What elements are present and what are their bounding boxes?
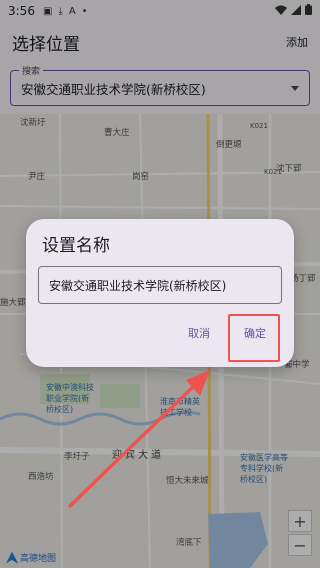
- annotation-arrow-icon: [68, 370, 210, 508]
